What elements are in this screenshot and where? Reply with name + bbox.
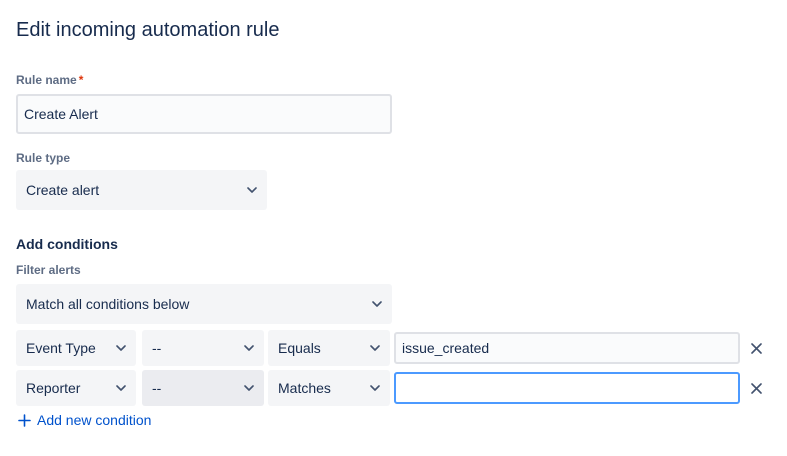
condition-field-value: Event Type	[26, 340, 96, 356]
chevron-down-icon	[372, 299, 382, 309]
condition-operator-select[interactable]: Matches	[268, 370, 390, 406]
plus-icon	[18, 413, 31, 427]
rule-type-select[interactable]: Create alert	[16, 170, 267, 210]
condition-field-value: Reporter	[26, 380, 81, 396]
close-icon	[750, 342, 762, 354]
rule-name-label-text: Rule name	[16, 73, 77, 87]
rule-type-value: Create alert	[26, 182, 100, 198]
close-icon	[750, 382, 762, 394]
rule-name-value: Create Alert	[24, 106, 98, 122]
remove-condition-button[interactable]	[747, 379, 765, 397]
rule-name-input[interactable]: Create Alert	[16, 94, 392, 134]
condition-value-input[interactable]: issue_created	[394, 332, 740, 364]
chevron-down-icon	[244, 383, 254, 393]
automation-rule-editor: Edit incoming automation rule Rule name *…	[0, 0, 787, 456]
chevron-down-icon	[370, 383, 380, 393]
filter-alerts-select[interactable]: Match all conditions below	[16, 284, 392, 324]
condition-modifier-select[interactable]: --	[142, 330, 264, 366]
rule-name-label: Rule name *	[16, 72, 83, 88]
chevron-down-icon	[244, 343, 254, 353]
condition-operator-value: Matches	[278, 380, 331, 396]
condition-operator-select[interactable]: Equals	[268, 330, 390, 366]
condition-value-text: issue_created	[402, 340, 490, 356]
required-indicator: *	[78, 73, 84, 87]
chevron-down-icon	[116, 383, 126, 393]
condition-value-input[interactable]	[394, 372, 740, 404]
condition-modifier-select[interactable]: --	[142, 370, 264, 406]
page-title: Edit incoming automation rule	[16, 19, 280, 41]
filter-alerts-label: Filter alerts	[16, 263, 81, 277]
chevron-down-icon	[116, 343, 126, 353]
filter-alerts-value: Match all conditions below	[26, 296, 190, 312]
condition-field-select[interactable]: Reporter	[16, 370, 136, 406]
add-conditions-heading: Add conditions	[16, 236, 118, 252]
chevron-down-icon	[370, 343, 380, 353]
rule-type-label: Rule type	[16, 151, 71, 165]
add-new-condition-button[interactable]: Add new condition	[18, 412, 151, 428]
remove-condition-button[interactable]	[747, 339, 765, 357]
condition-operator-value: Equals	[278, 340, 321, 356]
condition-field-select[interactable]: Event Type	[16, 330, 136, 366]
chevron-down-icon	[247, 185, 257, 195]
condition-modifier-value: --	[152, 380, 162, 396]
condition-modifier-value: --	[152, 340, 162, 356]
add-new-condition-label: Add new condition	[37, 412, 152, 428]
